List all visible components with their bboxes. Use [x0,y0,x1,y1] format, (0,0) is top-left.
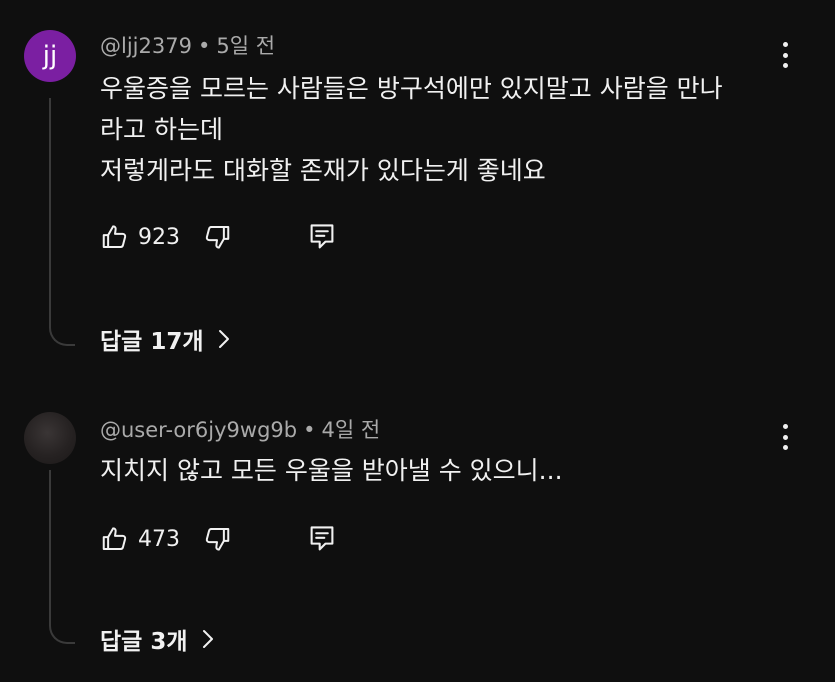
thumb-up-icon [102,527,127,550]
thread-connector-line [49,470,75,644]
view-replies-button[interactable]: 답글 17개 [100,322,230,356]
thumb-down-icon [205,528,230,551]
comment-actions: 923 [100,220,336,254]
meta-separator: • [303,418,316,442]
comment-text-line: 우울증을 모르는 사람들은 방구석에만 있지말고 사람을 만나 [100,74,723,103]
view-replies-button[interactable]: 답글 3개 [100,622,214,656]
chevron-right-icon [202,630,213,648]
thumb-up-icon [102,225,127,248]
author-name[interactable]: @ljj2379 [100,34,192,58]
avatar[interactable] [24,412,76,464]
chevron-right-icon [218,330,229,348]
thread-connector-line [49,98,75,346]
comment-text: 지치지 않고 모든 우울을 받아낼 수 있으니... [100,450,563,491]
more-vertical-icon[interactable] [772,420,798,454]
avatar[interactable]: jj [24,30,76,82]
comment-timestamp[interactable]: 4일 전 [321,418,380,442]
comment-text-line: 저렇게라도 대화할 존재가 있다는게 좋네요 [100,156,546,185]
like-count: 473 [138,526,180,552]
more-vertical-icon[interactable] [772,38,798,72]
comment-actions: 473 [100,522,336,556]
comments-section: jj @ljj2379 • 5일 전 우울증을 모르는 사람들은 방구석에만 있지말… [0,0,835,682]
like-button[interactable]: 473 [100,524,202,554]
dislike-button[interactable] [202,222,232,252]
comment-text: 우울증을 모르는 사람들은 방구석에만 있지말고 사람을 만나 라고 하는데 저… [100,68,723,191]
comment-meta: @user-or6jy9wg9b • 4일 전 [100,414,380,444]
reply-comment-icon [310,224,334,249]
replies-count-label: 답글 17개 [100,329,204,355]
thumb-down-icon [205,226,230,249]
meta-separator: • [197,34,211,58]
author-name[interactable]: @user-or6jy9wg9b [100,418,297,442]
comment-meta: @ljj2379 • 5일 전 [100,30,275,60]
comment-text-line: 지치지 않고 모든 우울을 받아낼 수 있으니... [100,456,563,485]
replies-count-label: 답글 3개 [100,629,188,655]
like-count: 923 [138,224,180,250]
reply-button[interactable] [308,524,336,554]
reply-comment-icon [310,526,334,551]
reply-button[interactable] [308,222,336,252]
dislike-button[interactable] [202,524,232,554]
like-button[interactable]: 923 [100,222,202,252]
comment-timestamp[interactable]: 5일 전 [216,34,275,58]
comment-text-line: 라고 하는데 [100,115,223,144]
